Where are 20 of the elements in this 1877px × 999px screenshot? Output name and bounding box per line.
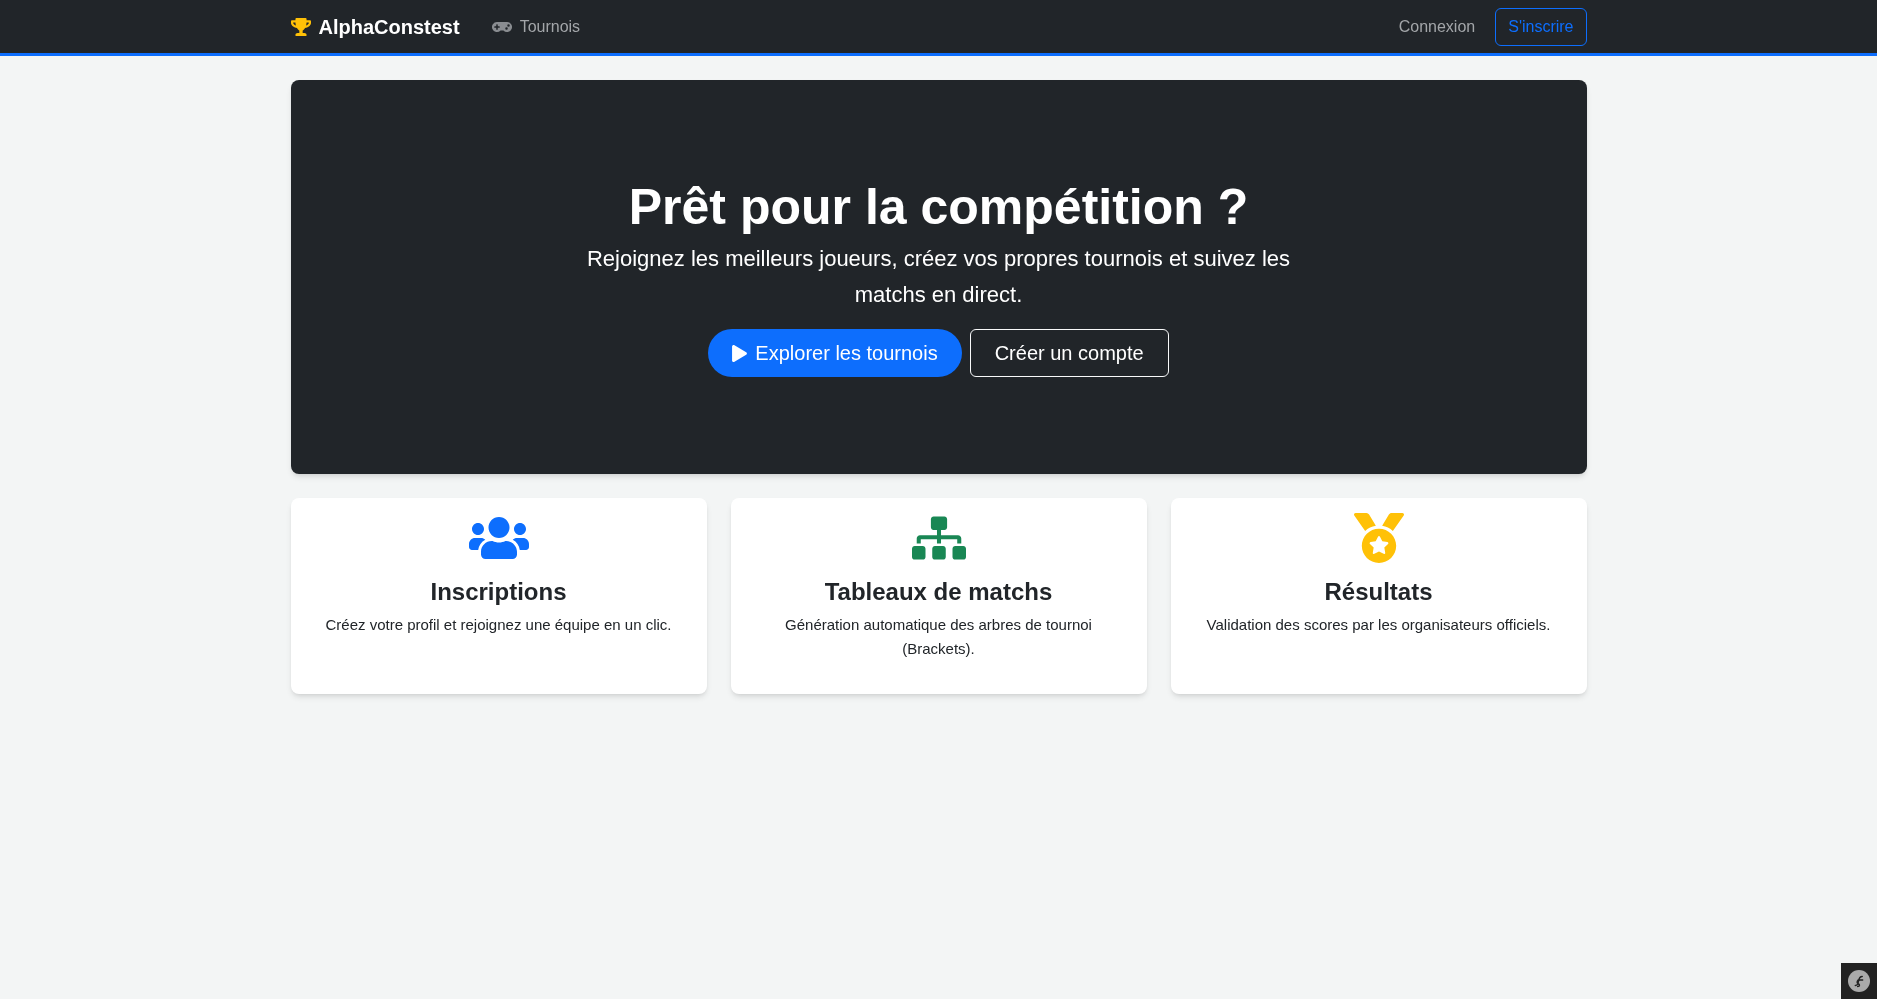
feature-title: Inscriptions: [430, 578, 567, 607]
logo-icon[interactable]: [1848, 970, 1870, 992]
hero-subtitle: Rejoignez les meilleurs joueurs, créez vos propres tournois et suivez les matchs en direct.: [585, 245, 1292, 309]
create-account-button[interactable]: Créer un compte: [969, 329, 1169, 377]
brand-link[interactable]: AlphaConstest: [290, 11, 460, 42]
medal-icon: [1353, 513, 1404, 563]
feature-description: Validation des scores par les organisateurs officiels.: [1205, 614, 1552, 635]
feature-title: Tableaux de matchs: [824, 578, 1053, 607]
feature-title: Résultats: [1324, 578, 1433, 607]
trophy-icon: [290, 16, 311, 37]
nav-link[interactable]: Tournois: [483, 14, 589, 39]
explore-button[interactable]: Explorer les tournois: [708, 329, 962, 377]
login-link[interactable]: Connexion: [1390, 14, 1484, 39]
feature-description: Génération automatique des arbres de tournoi (Brackets).: [784, 614, 1093, 659]
play-icon: [732, 344, 748, 362]
users-icon: [468, 514, 529, 562]
sitemap-icon: [911, 516, 966, 560]
hero-title: Prêt pour la compétition ?: [628, 178, 1249, 237]
feature-description: Créez votre profil et rejoignez une équipe en un clic.: [324, 614, 673, 635]
register-button[interactable]: S'inscrire: [1495, 7, 1587, 46]
